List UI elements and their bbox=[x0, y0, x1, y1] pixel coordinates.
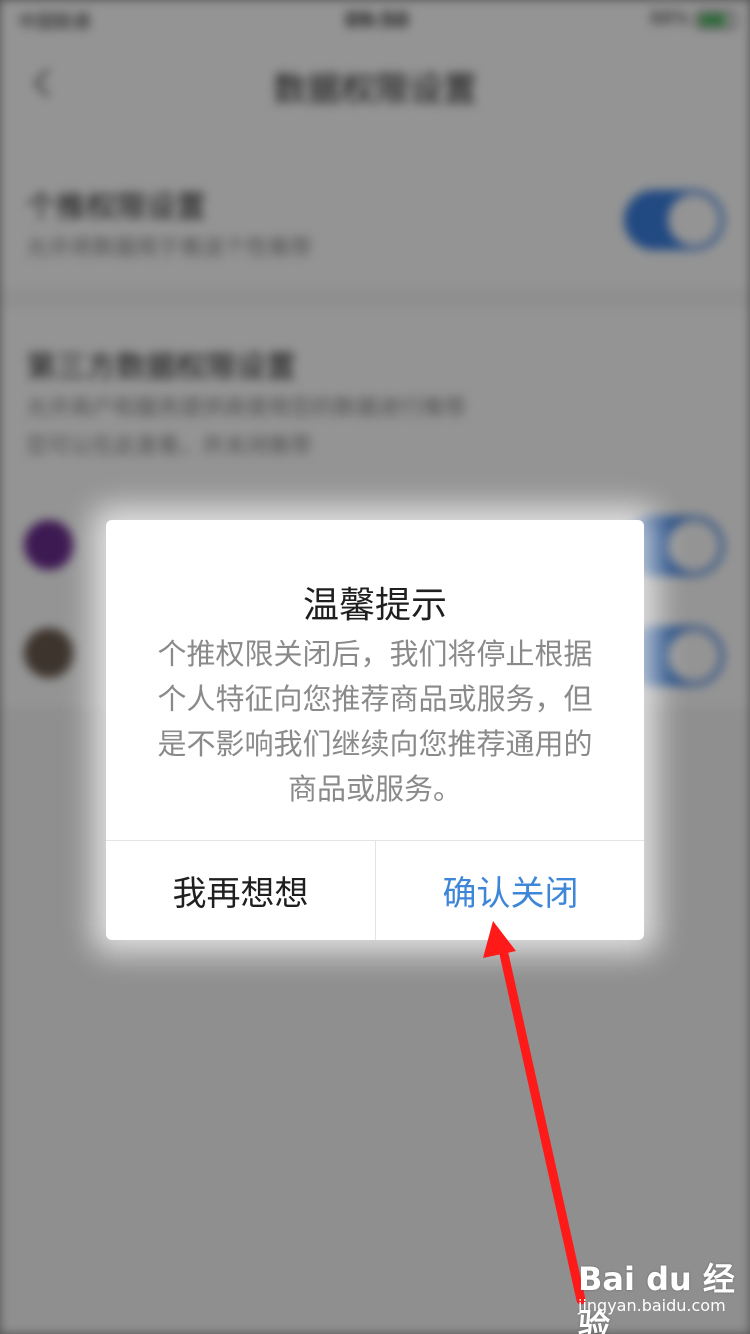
dialog-message-line: 是不影响我们继续向您推荐通用的 bbox=[157, 727, 593, 761]
dialog-message-line: 个推权限关闭后，我们将停止根据 bbox=[157, 637, 593, 671]
watermark-url: jingyan.baidu.com bbox=[578, 1296, 726, 1315]
dialog-title: 温馨提示 bbox=[302, 585, 447, 626]
dialog-message-line: 商品或服务。 bbox=[287, 772, 462, 806]
screen: 个推权限设置 允许将数据用于推送个性推荐 第三方数据权限设置 允许商户和服务提供… bbox=[0, 0, 750, 1334]
watermark-brand: Bai du 经验 bbox=[578, 1260, 735, 1334]
baidu-jingyan-watermark: Bai du 经验 jingyan.baidu.com bbox=[574, 1254, 744, 1334]
confirm-close-button[interactable]: 确认关闭 bbox=[376, 841, 645, 940]
confirm-dialog: 温馨提示 个推权限关闭后，我们将停止根据 个人特征向您推荐商品或服务，但 是不影… bbox=[106, 520, 644, 940]
cancel-button[interactable]: 我再想想 bbox=[106, 841, 375, 940]
dialog-message: 个推权限关闭后，我们将停止根据 个人特征向您推荐商品或服务，但 是不影响我们继续… bbox=[146, 632, 604, 812]
dialog-message-line: 个人特征向您推荐商品或服务，但 bbox=[157, 682, 593, 716]
